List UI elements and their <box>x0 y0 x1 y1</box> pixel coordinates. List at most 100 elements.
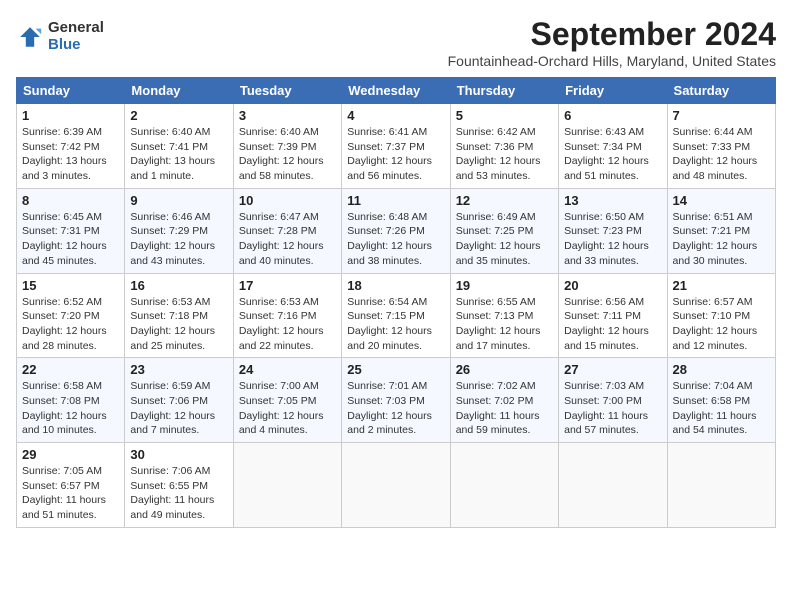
day-info: Sunrise: 6:45 AM Sunset: 7:31 PM Dayligh… <box>22 211 107 267</box>
day-cell: 12 Sunrise: 6:49 AM Sunset: 7:25 PM Dayli… <box>450 188 558 273</box>
col-header-friday: Friday <box>559 78 667 104</box>
col-header-thursday: Thursday <box>450 78 558 104</box>
day-number: 21 <box>673 278 770 293</box>
day-info: Sunrise: 6:57 AM Sunset: 7:10 PM Dayligh… <box>673 296 758 352</box>
day-cell: 1 Sunrise: 6:39 AM Sunset: 7:42 PM Daylig… <box>17 104 125 189</box>
week-row-1: 1 Sunrise: 6:39 AM Sunset: 7:42 PM Daylig… <box>17 104 776 189</box>
day-info: Sunrise: 6:43 AM Sunset: 7:34 PM Dayligh… <box>564 126 649 182</box>
col-header-sunday: Sunday <box>17 78 125 104</box>
day-cell <box>667 443 775 528</box>
logo-general-text: General <box>48 20 104 37</box>
day-cell: 3 Sunrise: 6:40 AM Sunset: 7:39 PM Daylig… <box>233 104 341 189</box>
col-header-wednesday: Wednesday <box>342 78 450 104</box>
day-info: Sunrise: 6:55 AM Sunset: 7:13 PM Dayligh… <box>456 296 541 352</box>
subtitle: Fountainhead-Orchard Hills, Maryland, Un… <box>448 53 776 69</box>
day-number: 3 <box>239 108 336 123</box>
day-cell: 29 Sunrise: 7:05 AM Sunset: 6:57 PM Dayli… <box>17 443 125 528</box>
day-info: Sunrise: 6:44 AM Sunset: 7:33 PM Dayligh… <box>673 126 758 182</box>
day-info: Sunrise: 6:40 AM Sunset: 7:41 PM Dayligh… <box>130 126 215 182</box>
day-cell: 15 Sunrise: 6:52 AM Sunset: 7:20 PM Dayli… <box>17 273 125 358</box>
day-cell <box>233 443 341 528</box>
day-cell: 25Sunrise: 7:01 AM Sunset: 7:03 PM Dayli… <box>342 358 450 443</box>
day-info: Sunrise: 6:50 AM Sunset: 7:23 PM Dayligh… <box>564 211 649 267</box>
day-cell: 8 Sunrise: 6:45 AM Sunset: 7:31 PM Daylig… <box>17 188 125 273</box>
day-cell: 20 Sunrise: 6:56 AM Sunset: 7:11 PM Dayli… <box>559 273 667 358</box>
day-number: 29 <box>22 447 119 462</box>
day-cell: 21 Sunrise: 6:57 AM Sunset: 7:10 PM Dayli… <box>667 273 775 358</box>
day-number: 12 <box>456 193 553 208</box>
day-number: 10 <box>239 193 336 208</box>
logo: General Blue <box>16 20 104 53</box>
logo-icon <box>16 23 44 51</box>
header: General Blue September 2024 Fountainhead… <box>16 16 776 69</box>
day-cell: 26Sunrise: 7:02 AM Sunset: 7:02 PM Dayli… <box>450 358 558 443</box>
day-info: Sunrise: 6:58 AM Sunset: 7:08 PM Dayligh… <box>22 380 107 436</box>
col-header-saturday: Saturday <box>667 78 775 104</box>
week-row-5: 29 Sunrise: 7:05 AM Sunset: 6:57 PM Dayli… <box>17 443 776 528</box>
day-number: 28 <box>673 362 770 377</box>
week-row-2: 8 Sunrise: 6:45 AM Sunset: 7:31 PM Daylig… <box>17 188 776 273</box>
day-cell: 22 Sunrise: 6:58 AM Sunset: 7:08 PM Dayli… <box>17 358 125 443</box>
day-info: Sunrise: 7:00 AM Sunset: 7:05 PM Dayligh… <box>239 380 324 436</box>
logo-text: General Blue <box>48 20 104 53</box>
day-number: 26 <box>456 362 553 377</box>
day-cell: 27Sunrise: 7:03 AM Sunset: 7:00 PM Dayli… <box>559 358 667 443</box>
day-info: Sunrise: 6:56 AM Sunset: 7:11 PM Dayligh… <box>564 296 649 352</box>
day-number: 13 <box>564 193 661 208</box>
day-cell: 24 Sunrise: 7:00 AM Sunset: 7:05 PM Dayli… <box>233 358 341 443</box>
day-number: 7 <box>673 108 770 123</box>
day-cell: 2 Sunrise: 6:40 AM Sunset: 7:41 PM Daylig… <box>125 104 233 189</box>
day-number: 18 <box>347 278 444 293</box>
day-number: 9 <box>130 193 227 208</box>
header-row: SundayMondayTuesdayWednesdayThursdayFrid… <box>17 78 776 104</box>
day-info: Sunrise: 6:39 AM Sunset: 7:42 PM Dayligh… <box>22 126 107 182</box>
day-number: 2 <box>130 108 227 123</box>
day-info: Sunrise: 7:03 AM Sunset: 7:00 PM Dayligh… <box>564 380 648 436</box>
day-cell: 5Sunrise: 6:42 AM Sunset: 7:36 PM Daylig… <box>450 104 558 189</box>
day-cell: 23Sunrise: 6:59 AM Sunset: 7:06 PM Dayli… <box>125 358 233 443</box>
day-cell: 17 Sunrise: 6:53 AM Sunset: 7:16 PM Dayli… <box>233 273 341 358</box>
day-number: 1 <box>22 108 119 123</box>
day-cell: 30 Sunrise: 7:06 AM Sunset: 6:55 PM Dayli… <box>125 443 233 528</box>
day-cell: 10 Sunrise: 6:47 AM Sunset: 7:28 PM Dayli… <box>233 188 341 273</box>
day-cell: 4Sunrise: 6:41 AM Sunset: 7:37 PM Daylig… <box>342 104 450 189</box>
day-info: Sunrise: 6:53 AM Sunset: 7:18 PM Dayligh… <box>130 296 215 352</box>
day-number: 22 <box>22 362 119 377</box>
day-info: Sunrise: 6:49 AM Sunset: 7:25 PM Dayligh… <box>456 211 541 267</box>
day-number: 11 <box>347 193 444 208</box>
day-number: 20 <box>564 278 661 293</box>
day-number: 25 <box>347 362 444 377</box>
day-number: 15 <box>22 278 119 293</box>
day-info: Sunrise: 6:40 AM Sunset: 7:39 PM Dayligh… <box>239 126 324 182</box>
day-cell: 7 Sunrise: 6:44 AM Sunset: 7:33 PM Daylig… <box>667 104 775 189</box>
col-header-monday: Monday <box>125 78 233 104</box>
day-info: Sunrise: 6:54 AM Sunset: 7:15 PM Dayligh… <box>347 296 432 352</box>
col-header-tuesday: Tuesday <box>233 78 341 104</box>
day-number: 8 <box>22 193 119 208</box>
day-cell: 9Sunrise: 6:46 AM Sunset: 7:29 PM Daylig… <box>125 188 233 273</box>
day-info: Sunrise: 6:59 AM Sunset: 7:06 PM Dayligh… <box>130 380 215 436</box>
week-row-4: 22 Sunrise: 6:58 AM Sunset: 7:08 PM Dayli… <box>17 358 776 443</box>
day-cell: 19 Sunrise: 6:55 AM Sunset: 7:13 PM Dayli… <box>450 273 558 358</box>
day-number: 24 <box>239 362 336 377</box>
title-area: September 2024 Fountainhead-Orchard Hill… <box>448 16 776 69</box>
day-number: 6 <box>564 108 661 123</box>
day-info: Sunrise: 7:06 AM Sunset: 6:55 PM Dayligh… <box>130 465 214 521</box>
day-cell: 16 Sunrise: 6:53 AM Sunset: 7:18 PM Dayli… <box>125 273 233 358</box>
main-title: September 2024 <box>448 16 776 53</box>
day-number: 14 <box>673 193 770 208</box>
day-cell: 14Sunrise: 6:51 AM Sunset: 7:21 PM Dayli… <box>667 188 775 273</box>
day-info: Sunrise: 6:52 AM Sunset: 7:20 PM Dayligh… <box>22 296 107 352</box>
day-number: 5 <box>456 108 553 123</box>
day-info: Sunrise: 6:47 AM Sunset: 7:28 PM Dayligh… <box>239 211 324 267</box>
day-number: 16 <box>130 278 227 293</box>
day-cell <box>559 443 667 528</box>
day-info: Sunrise: 6:53 AM Sunset: 7:16 PM Dayligh… <box>239 296 324 352</box>
day-cell: 28Sunrise: 7:04 AM Sunset: 6:58 PM Dayli… <box>667 358 775 443</box>
day-number: 17 <box>239 278 336 293</box>
day-number: 19 <box>456 278 553 293</box>
day-cell: 13 Sunrise: 6:50 AM Sunset: 7:23 PM Dayli… <box>559 188 667 273</box>
day-number: 30 <box>130 447 227 462</box>
day-info: Sunrise: 7:05 AM Sunset: 6:57 PM Dayligh… <box>22 465 106 521</box>
day-cell: 11Sunrise: 6:48 AM Sunset: 7:26 PM Dayli… <box>342 188 450 273</box>
